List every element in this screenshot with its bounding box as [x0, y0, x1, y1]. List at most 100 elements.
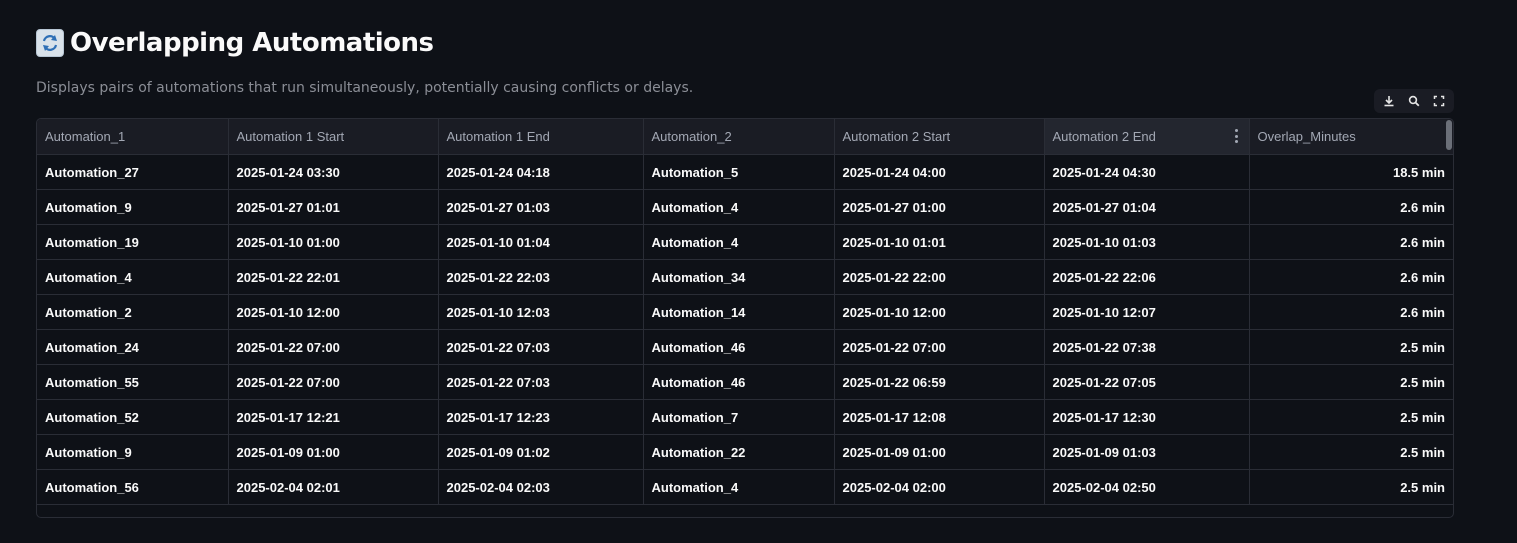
download-icon[interactable]	[1378, 90, 1400, 112]
column-header-label: Automation 2 End	[1052, 129, 1156, 144]
table-cell[interactable]: Automation_22	[643, 434, 835, 470]
table-cell[interactable]: 2.5 min	[1249, 469, 1453, 505]
table-cell[interactable]: 2025-01-22 22:00	[834, 259, 1045, 295]
table-cell[interactable]: 2025-01-10 01:00	[228, 224, 439, 260]
table-cell[interactable]: Automation_56	[37, 469, 229, 505]
table-row[interactable]: Automation_19 2025-01-10 01:00 2025-01-10 …	[37, 224, 1453, 260]
column-header-automation-2[interactable]: Automation_2	[643, 119, 835, 155]
table-cell[interactable]: 2025-01-22 06:59	[834, 364, 1045, 400]
table-cell[interactable]: 2025-01-10 12:07	[1044, 294, 1250, 330]
table-cell[interactable]: 2025-01-22 07:00	[834, 329, 1045, 365]
table-cell[interactable]: 2025-01-24 04:18	[438, 154, 644, 190]
table-cell[interactable]: 2.6 min	[1249, 294, 1453, 330]
repeat-arrows-icon	[36, 29, 64, 57]
table-cell[interactable]: Automation_4	[643, 189, 835, 225]
page: Overlapping Automations Displays pairs o…	[0, 0, 1517, 543]
table-cell[interactable]: 2025-01-22 22:01	[228, 259, 439, 295]
table-cell[interactable]: Automation_52	[37, 399, 229, 435]
column-header-automation-1[interactable]: Automation_1	[37, 119, 229, 155]
table-cell[interactable]: 2025-01-24 04:00	[834, 154, 1045, 190]
table-row[interactable]: Automation_52 2025-01-17 12:21 2025-01-17 …	[37, 399, 1453, 435]
table-cell[interactable]: 2025-01-17 12:08	[834, 399, 1045, 435]
table-cell[interactable]: 2.6 min	[1249, 259, 1453, 295]
table-cell[interactable]: 18.5 min	[1249, 154, 1453, 190]
table-cell[interactable]: 2025-01-27 01:00	[834, 189, 1045, 225]
table-cell[interactable]: 2.5 min	[1249, 434, 1453, 470]
table-cell[interactable]: 2025-02-04 02:50	[1044, 469, 1250, 505]
table-row[interactable]: Automation_9 2025-01-09 01:00 2025-01-09 0…	[37, 434, 1453, 470]
table-cell[interactable]: 2025-01-22 07:03	[438, 329, 644, 365]
table-cell[interactable]: 2025-01-22 07:05	[1044, 364, 1250, 400]
table-cell[interactable]: 2.5 min	[1249, 364, 1453, 400]
table-cell[interactable]: 2.5 min	[1249, 399, 1453, 435]
table-cell[interactable]: Automation_9	[37, 189, 229, 225]
column-header-automation-2-start[interactable]: Automation 2 Start	[834, 119, 1045, 155]
table-cell[interactable]: 2.6 min	[1249, 189, 1453, 225]
table-cell[interactable]: 2025-01-10 12:03	[438, 294, 644, 330]
table-cell[interactable]: Automation_19	[37, 224, 229, 260]
table-cell[interactable]: 2025-01-27 01:04	[1044, 189, 1250, 225]
table-cell[interactable]: 2025-01-24 04:30	[1044, 154, 1250, 190]
column-header-automation-1-start[interactable]: Automation 1 Start	[228, 119, 439, 155]
table-row[interactable]: Automation_2 2025-01-10 12:00 2025-01-10 1…	[37, 294, 1453, 330]
table-cell[interactable]: Automation_46	[643, 329, 835, 365]
table-cell[interactable]: 2025-01-09 01:00	[228, 434, 439, 470]
table-cell[interactable]: Automation_5	[643, 154, 835, 190]
table-cell[interactable]: Automation_24	[37, 329, 229, 365]
table-row[interactable]: Automation_56 2025-02-04 02:01 2025-02-04 …	[37, 469, 1453, 505]
column-header-automation-1-end[interactable]: Automation 1 End	[438, 119, 644, 155]
table-cell[interactable]: Automation_9	[37, 434, 229, 470]
table-cell[interactable]: Automation_7	[643, 399, 835, 435]
search-icon[interactable]	[1403, 90, 1425, 112]
table-cell[interactable]: 2025-01-27 01:03	[438, 189, 644, 225]
column-header-overlap-minutes[interactable]: Overlap_Minutes	[1249, 119, 1453, 155]
table-row[interactable]: Automation_24 2025-01-22 07:00 2025-01-22 …	[37, 329, 1453, 365]
table-cell[interactable]: 2025-01-17 12:21	[228, 399, 439, 435]
table-cell[interactable]: 2025-01-10 01:03	[1044, 224, 1250, 260]
table-row[interactable]: Automation_27 2025-01-24 03:30 2025-01-24 …	[37, 154, 1453, 190]
page-subtitle: Displays pairs of automations that run s…	[36, 80, 694, 96]
column-header-automation-2-end[interactable]: Automation 2 End	[1044, 119, 1250, 155]
table-cell[interactable]: 2025-02-04 02:00	[834, 469, 1045, 505]
table-cell[interactable]: 2025-01-22 07:38	[1044, 329, 1250, 365]
table-cell[interactable]: 2025-01-10 12:00	[834, 294, 1045, 330]
table-cell[interactable]: Automation_2	[37, 294, 229, 330]
table-cell[interactable]: Automation_4	[643, 469, 835, 505]
table-cell[interactable]: Automation_4	[643, 224, 835, 260]
table-cell[interactable]: 2025-01-22 22:03	[438, 259, 644, 295]
table-cell[interactable]: 2025-01-27 01:01	[228, 189, 439, 225]
table-row[interactable]: Automation_55 2025-01-22 07:00 2025-01-22 …	[37, 364, 1453, 400]
table-cell[interactable]: 2025-01-10 01:01	[834, 224, 1045, 260]
table-cell[interactable]: 2025-01-17 12:30	[1044, 399, 1250, 435]
table-cell[interactable]: Automation_46	[643, 364, 835, 400]
data-table[interactable]: Automation_1 Automation 1 Start Automati…	[36, 118, 1454, 518]
table-cell[interactable]: Automation_55	[37, 364, 229, 400]
column-menu-icon[interactable]	[1235, 129, 1239, 143]
table-cell[interactable]: Automation_14	[643, 294, 835, 330]
table-cell[interactable]: 2025-01-09 01:02	[438, 434, 644, 470]
table-cell[interactable]: 2025-01-09 01:00	[834, 434, 1045, 470]
table-cell[interactable]: 2025-01-22 07:00	[228, 364, 439, 400]
table-row[interactable]: Automation_4 2025-01-22 22:01 2025-01-22 2…	[37, 259, 1453, 295]
table-toolbar	[1374, 89, 1454, 113]
table-cell[interactable]: 2.5 min	[1249, 329, 1453, 365]
table-cell[interactable]: 2025-01-09 01:03	[1044, 434, 1250, 470]
page-title: Overlapping Automations	[70, 28, 434, 58]
table-cell[interactable]: 2025-01-10 12:00	[228, 294, 439, 330]
table-cell[interactable]: Automation_34	[643, 259, 835, 295]
table-row[interactable]: Automation_9 2025-01-27 01:01 2025-01-27 0…	[37, 189, 1453, 225]
fullscreen-icon[interactable]	[1428, 90, 1450, 112]
table-cell[interactable]: 2025-02-04 02:01	[228, 469, 439, 505]
table-cell[interactable]: Automation_4	[37, 259, 229, 295]
table-cell[interactable]: Automation_27	[37, 154, 229, 190]
table-cell[interactable]: 2025-01-10 01:04	[438, 224, 644, 260]
table-cell[interactable]: 2025-01-22 22:06	[1044, 259, 1250, 295]
table-cell[interactable]: 2025-01-22 07:03	[438, 364, 644, 400]
vertical-scrollbar[interactable]	[1446, 120, 1452, 150]
table-cell[interactable]: 2025-01-17 12:23	[438, 399, 644, 435]
table-header-row: Automation_1 Automation 1 Start Automati…	[37, 119, 1453, 155]
table-cell[interactable]: 2025-01-22 07:00	[228, 329, 439, 365]
table-cell[interactable]: 2.6 min	[1249, 224, 1453, 260]
table-cell[interactable]: 2025-02-04 02:03	[438, 469, 644, 505]
table-cell[interactable]: 2025-01-24 03:30	[228, 154, 439, 190]
